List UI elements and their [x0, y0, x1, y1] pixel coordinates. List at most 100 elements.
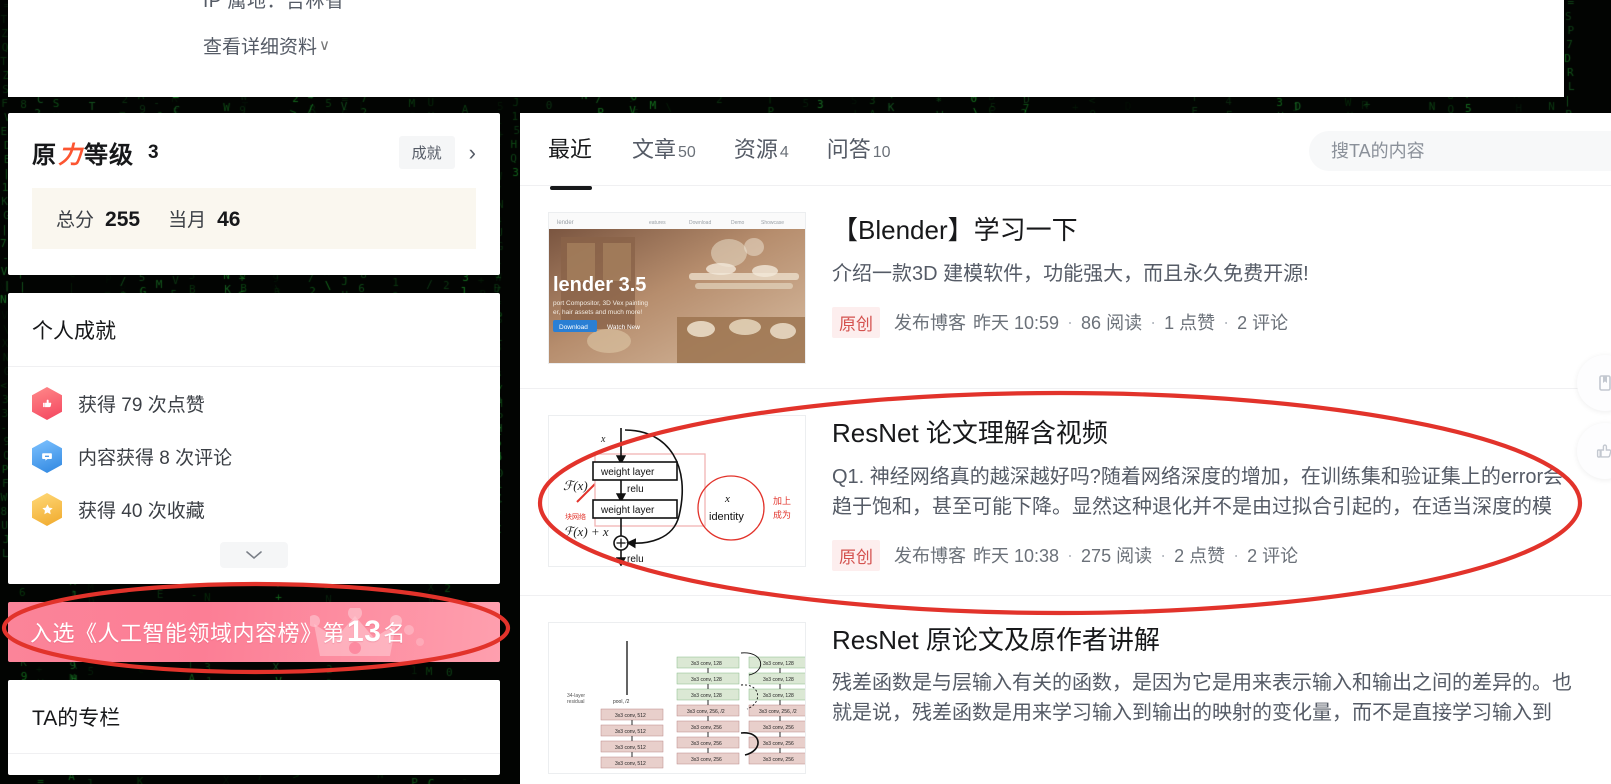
svg-text:er, hair assets and much more!: er, hair assets and much more!: [553, 309, 642, 316]
tab-qa[interactable]: 问答 10: [827, 132, 891, 166]
ta-columns-card: TA的专栏: [8, 680, 500, 775]
svg-text:Showcase: Showcase: [761, 220, 784, 226]
chevron-down-icon: ∨: [319, 37, 330, 54]
item-description: 介绍一款3D 建模软件，功能强大，而且永久免费开源!: [832, 262, 1309, 285]
rank-banner-text: 入选《人工智能领域内容榜》第 13 名: [8, 615, 406, 649]
month-score-label: 当月: [168, 210, 207, 231]
svg-text:ℱ(x): ℱ(x): [563, 478, 588, 493]
svg-text:3x3 conv, 256: 3x3 conv, 256: [691, 725, 722, 731]
item-title[interactable]: 【Blender】学习一下: [832, 214, 1583, 247]
list-item[interactable]: 内容获得 8 次评论: [32, 430, 476, 483]
list-item[interactable]: 34-layer residual pool, /2 3x3 conv, 512…: [520, 596, 1611, 784]
svg-text:3x3 conv, 256: 3x3 conv, 256: [691, 757, 722, 763]
svg-text:pool, /2: pool, /2: [613, 699, 630, 705]
item-body: ResNet 论文理解含视频 Q1. 神经网络真的越深越好吗?随着网络深度的增加…: [832, 415, 1583, 571]
rank-number: 13: [347, 615, 382, 648]
achievements-list: 获得 79 次点赞 内容获得 8 次评论 获得 40 次收藏: [8, 367, 500, 536]
comment-hex-icon: [32, 440, 62, 473]
item-comments: 2 评论: [1237, 313, 1289, 333]
chevron-right-icon[interactable]: ›: [469, 141, 476, 164]
svg-text:成为: 成为: [773, 509, 791, 520]
svg-text:weight layer: weight layer: [600, 505, 655, 516]
separator-dot: ·: [1067, 311, 1074, 332]
tab-qa-label: 问答: [826, 137, 871, 162]
item-title[interactable]: ResNet 原论文及原作者讲解: [832, 624, 1583, 657]
force-level-title: 原力等级: [32, 135, 134, 170]
like-float-button[interactable]: [1577, 423, 1611, 479]
separator-dot: ·: [1223, 311, 1230, 332]
profile-header-strip: IP 属地：吉林省 查看详细资料 ∨: [8, 0, 1564, 97]
svg-text:3x3 conv, 128: 3x3 conv, 128: [763, 693, 794, 699]
search-input[interactable]: [1331, 140, 1609, 162]
total-score-label: 总分: [56, 210, 95, 231]
svg-text:块网络: 块网络: [565, 512, 586, 521]
list-item[interactable]: lender eatures Download Demo Showcase le…: [520, 186, 1611, 389]
ta-columns-title: TA的专栏: [8, 680, 500, 754]
svg-text:Download: Download: [559, 324, 588, 331]
item-title[interactable]: ResNet 论文理解含视频: [832, 417, 1583, 450]
tab-recent[interactable]: 最近: [548, 132, 594, 190]
personal-achievements-card: 个人成就 获得 79 次点赞 内容获得 8 次评论 获得 40 次收藏: [8, 293, 500, 584]
ip-location-label: IP 属地：吉林省: [203, 0, 345, 12]
svg-text:3x3 conv, 512: 3x3 conv, 512: [615, 729, 646, 735]
svg-text:3x3 conv, 256: 3x3 conv, 256: [691, 741, 722, 747]
item-body: 【Blender】学习一下 介绍一款3D 建模软件，功能强大，而且永久免费开源!…: [832, 212, 1583, 364]
tab-resources[interactable]: 资源 4: [734, 132, 789, 166]
force-level-title-b: 等级: [84, 142, 134, 169]
svg-text:加上: 加上: [773, 496, 791, 506]
item-meta: 原创 发布博客 昨天 10:59 · 86 阅读 · 1 点赞 · 2 评论: [832, 306, 1583, 338]
rank-prefix: 入选《人工智能领域内容榜》第: [30, 621, 346, 646]
svg-text:3x3 conv, 128: 3x3 conv, 128: [763, 661, 794, 667]
item-description: 残差函数是与层输入有关的函数，是因为它是用来表示输入和输出之间的差异的。也就是说…: [832, 672, 1572, 724]
svg-text:3x3 conv, 512: 3x3 conv, 512: [615, 713, 646, 719]
score-summary-bar: 总分 255 当月 46: [32, 188, 476, 249]
expand-achievements-row: [8, 536, 500, 584]
list-item-label: 内容获得 8 次评论: [78, 448, 233, 469]
svg-text:residual: residual: [567, 699, 585, 705]
content-tabs-bar: 最近 文章 50 资源 4 问答 10: [520, 113, 1611, 190]
item-body: ResNet 原论文及原作者讲解 残差函数是与层输入有关的函数，是因为它是用来表…: [832, 622, 1583, 774]
search-box[interactable]: [1309, 131, 1611, 171]
svg-text:x: x: [600, 434, 606, 445]
collect-float-button[interactable]: [1577, 355, 1611, 411]
force-glyph: 力: [58, 142, 83, 169]
list-item[interactable]: ℱ(x) ℱ(x) + x 块网络 x weight layer relu we…: [520, 389, 1611, 596]
tab-qa-count: 10: [872, 144, 891, 161]
item-likes: 1 点赞: [1164, 313, 1216, 333]
item-meta: 原创 发布博客 昨天 10:38 · 275 阅读 · 2 点赞 · 2 评论: [832, 539, 1583, 571]
svg-text:Watch New: Watch New: [607, 324, 640, 331]
svg-text:3x3 conv, 256, /2: 3x3 conv, 256, /2: [687, 709, 725, 715]
tab-recent-label: 最近: [548, 137, 593, 162]
like-hex-icon: [32, 387, 62, 420]
item-time: 昨天 10:59: [973, 313, 1060, 333]
svg-text:weight layer: weight layer: [600, 467, 655, 478]
achievement-button[interactable]: 成就: [398, 136, 455, 169]
item-reads: 275 阅读: [1081, 546, 1153, 566]
view-detail-profile-link[interactable]: 查看详细资料 ∨: [203, 32, 330, 59]
item-comments: 2 评论: [1247, 546, 1299, 566]
list-item-label: 获得 40 次收藏: [78, 501, 205, 522]
item-description: Q1. 神经网络真的越深越好吗?随着网络深度的增加，在训练集和验证集上的erro…: [832, 465, 1564, 518]
svg-text:Demo: Demo: [731, 220, 745, 226]
floating-action-buttons: [1577, 355, 1611, 479]
tab-articles[interactable]: 文章 50: [632, 132, 696, 166]
list-item[interactable]: 获得 79 次点赞: [32, 377, 476, 430]
list-item[interactable]: 获得 40 次收藏: [32, 483, 476, 536]
separator-dot: ·: [1067, 544, 1074, 565]
item-time: 昨天 10:38: [973, 546, 1060, 566]
force-level-header: 原力等级 3 成就 ›: [32, 135, 476, 170]
content-feed: lender eatures Download Demo Showcase le…: [520, 186, 1611, 784]
list-item-label: 获得 79 次点赞: [78, 395, 205, 416]
svg-text:3x3 conv, 512: 3x3 conv, 512: [615, 745, 646, 751]
content-panel: 最近 文章 50 资源 4 问答 10 搜TA的内容 lender eature…: [520, 113, 1611, 784]
force-level-value: 3: [148, 141, 159, 163]
tab-resources-count: 4: [779, 144, 789, 161]
total-score-value: 255: [105, 208, 141, 231]
svg-text:3x3 conv, 256: 3x3 conv, 256: [763, 725, 794, 731]
expand-achievements-button[interactable]: [220, 542, 288, 568]
rank-banner[interactable]: 入选《人工智能领域内容榜》第 13 名: [8, 602, 500, 662]
tab-articles-label: 文章: [632, 137, 677, 162]
resnet-architecture-diagram-thumb: 34-layer residual pool, /2 3x3 conv, 512…: [548, 621, 806, 774]
tab-resources-label: 资源: [733, 137, 778, 162]
svg-text:relu: relu: [627, 554, 644, 565]
